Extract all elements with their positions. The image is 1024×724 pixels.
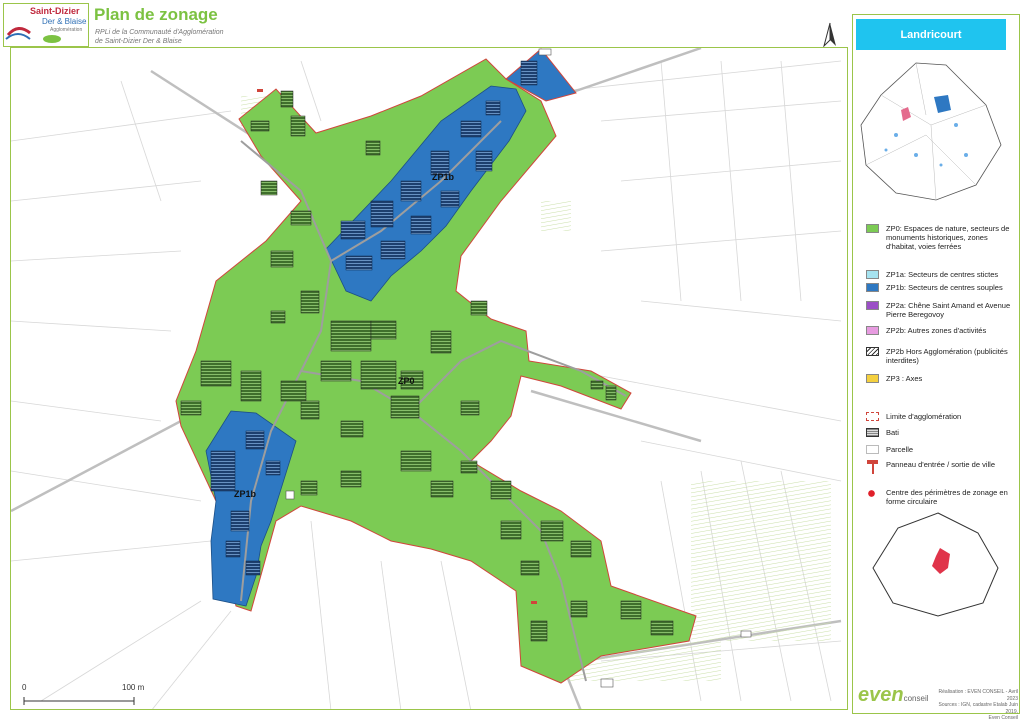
legend-label: ZP1b: Secteurs de centres souples xyxy=(886,283,1003,292)
logo-line2: Der & Blaise xyxy=(42,17,87,26)
logo-leaf-icon xyxy=(43,35,61,43)
legend-label: ZP0: Espaces de nature, secteurs de monu… xyxy=(886,224,1010,251)
page: Saint-Dizier Der & Blaise Agglomération … xyxy=(0,0,1024,724)
credit-line2: Sources : IGN, cadastre Etalab Juin 2019… xyxy=(938,702,1018,715)
credit-line3: Even Conseil xyxy=(988,715,1018,721)
legend-label: Bati xyxy=(886,428,899,437)
legend-label: ZP1a: Secteurs de centres stictes xyxy=(886,270,999,279)
legend-swatch xyxy=(866,270,879,279)
legend-swatch xyxy=(866,460,879,474)
north-arrow-icon xyxy=(823,22,836,48)
zp0-label: ZP0 xyxy=(398,376,415,386)
legend-label: Panneau d'entrée / sortie de ville xyxy=(886,460,996,469)
scale-start: 0 xyxy=(22,683,27,692)
zp1b-top-label: ZP1b xyxy=(432,172,455,182)
brand-name: even xyxy=(858,684,904,706)
legend-label: Centre des périmètres de zonage en forme… xyxy=(886,488,1008,506)
logo-line1: Saint-Dizier xyxy=(30,6,80,16)
legend-swatch xyxy=(866,301,879,310)
location-map xyxy=(872,512,999,617)
legend-label: Parcelle xyxy=(886,445,914,454)
page-subtitle: RPLi de la Communauté d'Agglomération de… xyxy=(95,28,224,46)
scale-end: 100 m xyxy=(122,683,145,692)
legend-label: ZP3 : Axes xyxy=(886,374,923,383)
legend-swatch xyxy=(866,445,879,454)
logo-line3: Agglomération xyxy=(50,27,83,33)
agglomeration-logo: Saint-Dizier Der & Blaise Agglomération xyxy=(3,3,89,47)
zoning-map xyxy=(11,48,842,709)
legend-swatch xyxy=(866,374,879,383)
zp1b-bottom-label: ZP1b xyxy=(234,489,257,499)
brand-sub: conseil xyxy=(903,694,929,703)
subtitle-line1: RPLi de la Communauté d'Agglomération xyxy=(95,29,224,36)
legend-label: Limite d'agglomération xyxy=(886,412,962,421)
legend-swatch xyxy=(866,224,879,233)
brand-logo: evenconseil xyxy=(858,684,929,707)
legend-swatch xyxy=(866,326,879,335)
legend-swatch xyxy=(866,347,879,356)
subtitle-line2: de Saint-Dizier Der & Blaise xyxy=(95,38,182,45)
legend-label: ZP2b: Autres zones d'activités xyxy=(886,326,987,335)
legend-label: ZP2a: Chêne Saint Amand et Avenue Pierre… xyxy=(886,301,1011,319)
legend-swatch xyxy=(866,428,879,437)
scale-bar-line xyxy=(23,697,135,705)
legend-swatch xyxy=(866,412,879,421)
page-title: Plan de zonage xyxy=(94,5,218,24)
logo-emblem-icon xyxy=(5,27,31,40)
legend-swatch xyxy=(866,488,877,499)
legend-swatch xyxy=(866,283,879,292)
commune-name-banner: Landricourt xyxy=(856,19,1006,50)
legend-label: ZP2b Hors Agglomération (publicités inte… xyxy=(886,347,1008,365)
map-area[interactable] xyxy=(10,47,848,710)
credit-line1: Réalisation : EVEN CONSEIL - Avril 2023 xyxy=(938,689,1018,702)
credits: Réalisation : EVEN CONSEIL - Avril 2023 … xyxy=(930,689,1018,722)
overview-map xyxy=(860,62,1002,201)
